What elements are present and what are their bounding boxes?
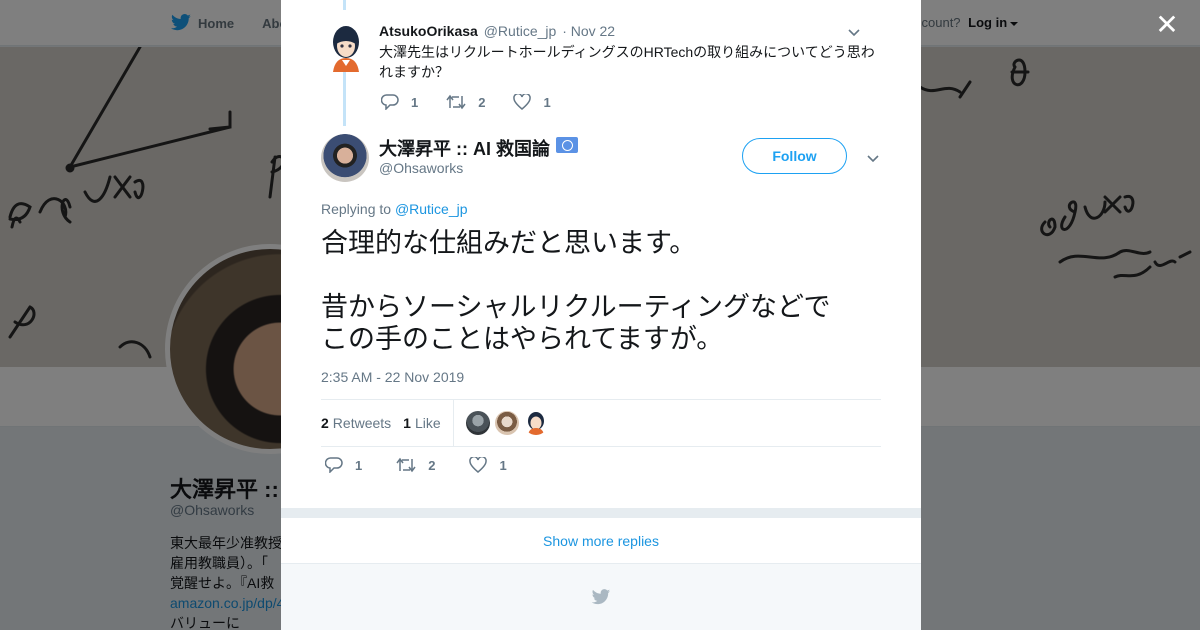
reply-author-name[interactable]: AtsukoOrikasa xyxy=(379,23,478,39)
reply-text: 大澤先生はリクルートホールディングスのHRTechの取り組みについてどう思われま… xyxy=(379,44,875,80)
reply-button[interactable]: 1 xyxy=(381,94,418,110)
un-flag-icon xyxy=(556,137,578,153)
tweet-author-handle[interactable]: @Ohsaworks xyxy=(379,160,463,176)
tweet-permalink-modal: AtsukoOrikasa @Rutice_jp · Nov 22 大澤先生はリ… xyxy=(281,0,921,630)
chevron-down-icon[interactable] xyxy=(867,152,879,164)
retweet-icon xyxy=(396,457,416,473)
retweet-count: 2 xyxy=(478,94,486,110)
thread-connector xyxy=(343,72,346,126)
reply-header: AtsukoOrikasa @Rutice_jp · Nov 22 xyxy=(379,23,615,39)
reply-button[interactable]: 1 xyxy=(325,457,362,473)
section-divider xyxy=(281,508,921,518)
reply-author-handle[interactable]: @Rutice_jp xyxy=(484,23,557,39)
tweet-author-name[interactable]: 大澤昇平 :: AI 救国論 xyxy=(379,139,550,159)
engager-avatar[interactable] xyxy=(494,411,519,435)
retweets-stat[interactable]: 2 Retweets xyxy=(321,415,391,431)
follow-button[interactable]: Follow xyxy=(742,138,847,174)
like-button[interactable]: 1 xyxy=(513,94,551,110)
reply-action-bar: 1 2 1 xyxy=(381,94,579,110)
reply-date[interactable]: · Nov 22 xyxy=(562,23,615,39)
reply-count: 1 xyxy=(411,94,419,110)
likes-stat[interactable]: 1 Like xyxy=(403,415,440,431)
engager-avatar[interactable] xyxy=(465,411,490,435)
tweet-text-line: 合理的な仕組みだと思います。 xyxy=(321,228,697,258)
tweet-author-name-row: 大澤昇平 :: AI 救国論 xyxy=(379,135,578,161)
reply-icon xyxy=(325,457,343,473)
retweet-button[interactable]: 2 xyxy=(446,94,485,110)
retweet-count: 2 xyxy=(428,457,436,473)
like-count: 1 xyxy=(499,457,507,473)
retweet-button[interactable]: 2 xyxy=(396,457,435,473)
replying-to: Replying to @Rutice_jp xyxy=(321,201,468,217)
engager-avatar[interactable] xyxy=(523,411,548,435)
retweets-stat-label: Retweets xyxy=(332,415,392,431)
replying-to-link[interactable]: @Rutice_jp xyxy=(395,201,468,217)
tweet-text: 合理的な仕組みだと思います。 昔からソーシャルリクルーティングなどで この手のこ… xyxy=(321,227,881,355)
like-count: 1 xyxy=(543,94,551,110)
thread-connector xyxy=(343,0,346,10)
likes-stat-count: 1 xyxy=(403,415,411,431)
tweet-text-line: 昔からソーシャルリクルーティングなどで xyxy=(321,292,831,322)
retweets-stat-count: 2 xyxy=(321,415,329,431)
engager-avatars xyxy=(465,411,553,435)
like-icon xyxy=(469,457,488,473)
chevron-down-icon[interactable] xyxy=(848,26,860,38)
twitter-bird-icon xyxy=(591,588,611,604)
replying-to-label: Replying to xyxy=(321,201,392,217)
stats-divider xyxy=(452,400,454,446)
tweet-author-avatar[interactable] xyxy=(321,134,369,182)
tweet-stats: 2 Retweets 1 Like xyxy=(321,399,881,447)
modal-footer xyxy=(281,564,921,630)
retweet-icon xyxy=(446,94,466,110)
tweet-action-bar: 1 2 1 xyxy=(325,457,541,473)
like-icon xyxy=(513,94,532,110)
tweet-timestamp[interactable]: 2:35 AM - 22 Nov 2019 xyxy=(321,369,464,385)
tweet-text-line: この手のことはやられてますが。 xyxy=(321,324,724,354)
likes-stat-label: Like xyxy=(414,415,441,431)
reply-icon xyxy=(381,94,399,110)
reply-count: 1 xyxy=(355,457,363,473)
close-icon[interactable]: ✕ xyxy=(1152,10,1182,40)
show-more-replies-button[interactable]: Show more replies xyxy=(281,518,921,564)
reply-author-avatar[interactable] xyxy=(326,24,366,72)
like-button[interactable]: 1 xyxy=(469,457,507,473)
